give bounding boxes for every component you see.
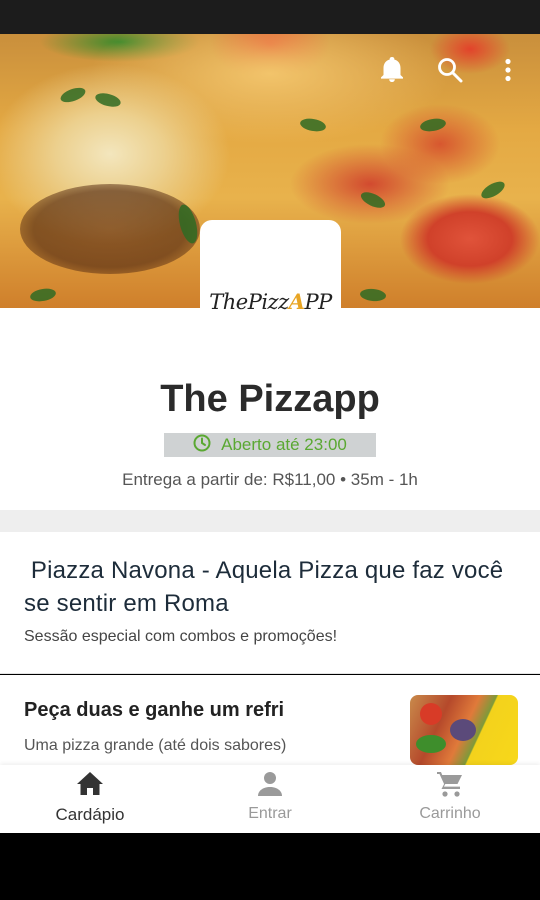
open-status-text: Aberto até 23:00 <box>221 435 347 454</box>
header-actions <box>378 56 522 84</box>
search-icon[interactable] <box>436 56 464 84</box>
section-subtitle: Sessão especial com combos e promoções! <box>24 628 338 645</box>
restaurant-logo: ThePizzAPP <box>200 220 341 320</box>
person-icon <box>255 769 285 799</box>
section-title: Piazza Navona - Aquela Pizza que faz voc… <box>24 557 511 617</box>
nav-label: Carrinho <box>419 805 481 822</box>
nav-item-entrar[interactable]: Entrar <box>180 765 360 833</box>
restaurant-info: The Pizzapp Aberto até 23:00 Entrega a p… <box>0 308 540 510</box>
product-card[interactable]: Peça duas e ganhe um refri Uma pizza gra… <box>0 675 540 765</box>
menu-section-header: Piazza Navona - Aquela Pizza que faz voc… <box>0 532 540 674</box>
nav-item-cardapio[interactable]: Cardápio <box>0 765 180 833</box>
system-navigation-bar <box>0 833 540 900</box>
cart-icon <box>435 769 465 799</box>
bottom-navigation: Cardápio Entrar Carrinho <box>0 765 540 833</box>
nav-label: Cardápio <box>55 805 125 824</box>
product-title: Peça duas e ganhe um refri <box>24 699 285 721</box>
section-divider <box>0 510 540 532</box>
bell-icon[interactable] <box>378 56 406 84</box>
open-status-badge: Aberto até 23:00 <box>164 433 376 457</box>
home-icon <box>75 769 105 799</box>
status-bar <box>0 0 540 34</box>
product-description: Uma pizza grande (até dois sabores) <box>24 737 287 754</box>
clock-icon <box>193 434 211 457</box>
nav-item-carrinho[interactable]: Carrinho <box>360 765 540 833</box>
product-image <box>410 695 518 765</box>
restaurant-name: The Pizzapp <box>160 378 380 420</box>
more-vert-icon[interactable] <box>494 56 522 84</box>
nav-label: Entrar <box>248 805 292 822</box>
delivery-info: Entrega a partir de: R$11,00 • 35m - 1h <box>122 470 418 489</box>
logo-text: ThePizzAPP <box>209 289 332 314</box>
